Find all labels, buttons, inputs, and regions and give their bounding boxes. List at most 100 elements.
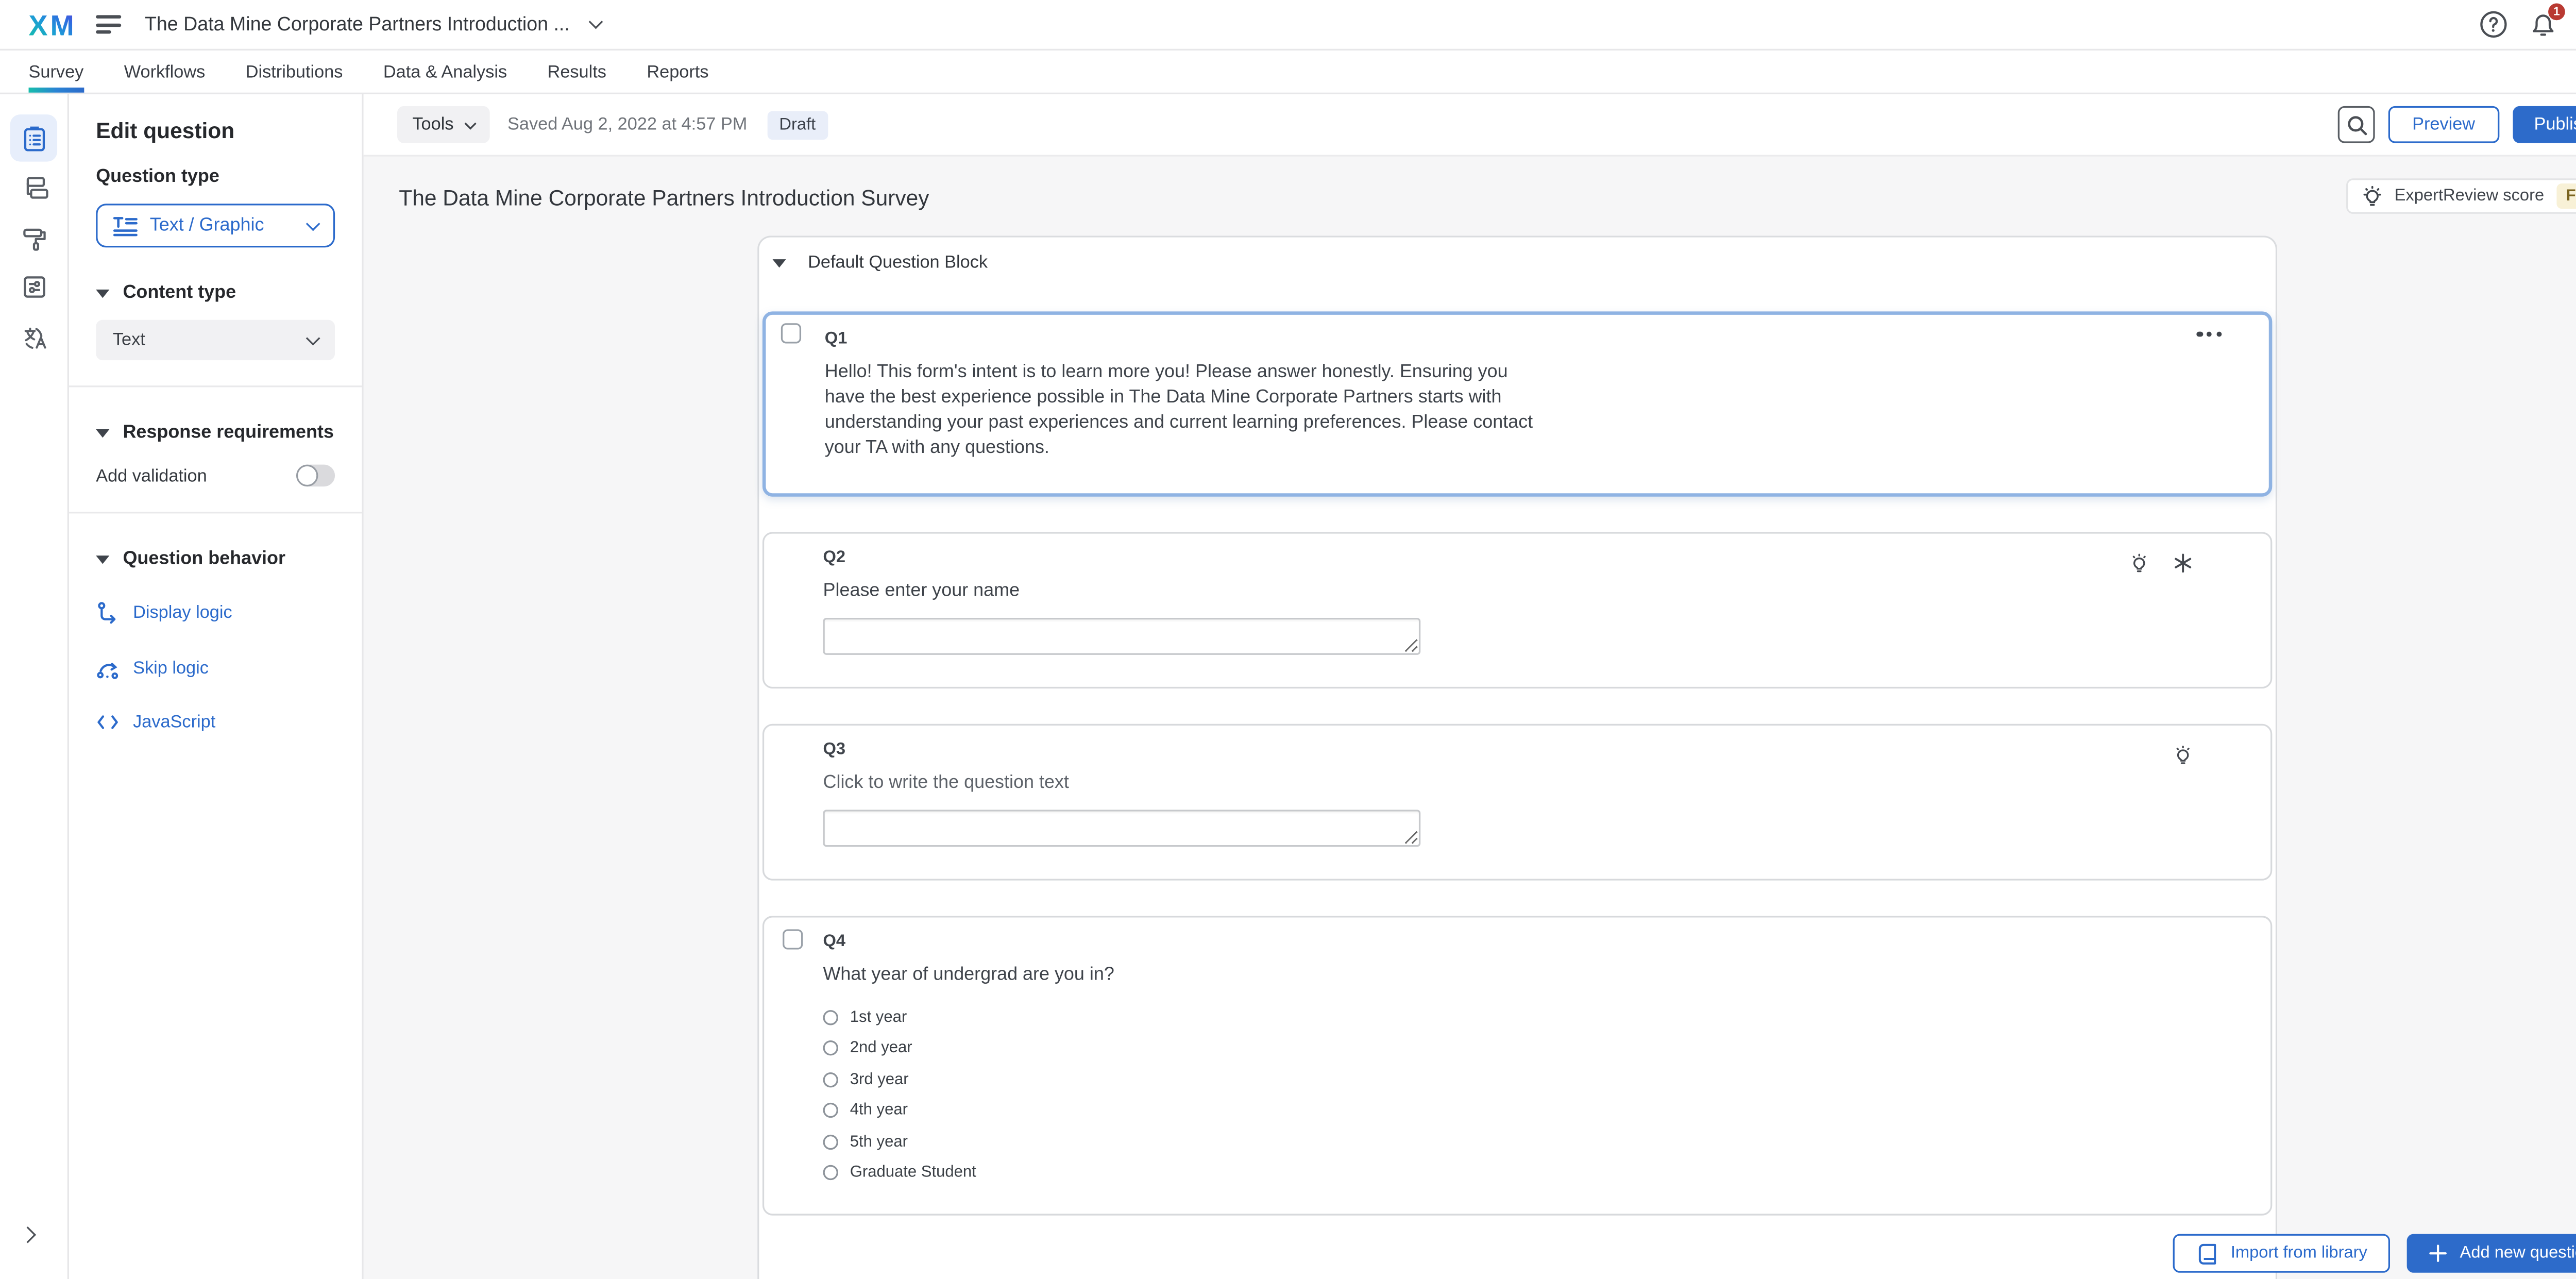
tools-label: Tools bbox=[412, 114, 453, 134]
expert-review-lightbulb-icon[interactable] bbox=[2129, 552, 2149, 584]
search-button[interactable] bbox=[2338, 106, 2375, 143]
tools-chevron-icon bbox=[464, 117, 476, 129]
preview-button[interactable]: Preview bbox=[2388, 106, 2499, 143]
answer-text-input[interactable] bbox=[823, 810, 1421, 847]
collapse-triangle-icon bbox=[96, 289, 109, 297]
top-bar: XM The Data Mine Corporate Partners Intr… bbox=[0, 0, 2576, 51]
response-requirements-label: Response requirements bbox=[123, 423, 333, 443]
title-chevron-down-icon[interactable] bbox=[589, 15, 604, 29]
question-type-chevron-icon bbox=[306, 217, 320, 231]
tab-workflows[interactable]: Workflows bbox=[124, 51, 206, 93]
display-logic-link[interactable]: Display logic bbox=[96, 601, 335, 625]
content-type-label: Content type bbox=[123, 283, 236, 303]
collapse-triangle-icon bbox=[96, 428, 109, 436]
question-menu-ellipsis-icon[interactable] bbox=[2197, 332, 2222, 337]
edit-question-panel: Edit question Question type Text / Graph… bbox=[69, 94, 364, 1279]
answer-text-input[interactable] bbox=[823, 618, 1421, 655]
tab-distributions[interactable]: Distributions bbox=[246, 51, 343, 93]
question-text[interactable]: Hello! This form's intent is to learn mo… bbox=[825, 360, 1549, 461]
import-from-library-button[interactable]: Import from library bbox=[2174, 1234, 2391, 1273]
question-behavior-section-header[interactable]: Question behavior bbox=[96, 549, 335, 569]
main-area: Tools Saved Aug 2, 2022 at 4:57 PM Draft… bbox=[364, 94, 2576, 1279]
tab-data-analysis[interactable]: Data & Analysis bbox=[383, 51, 507, 93]
notifications-bell-icon[interactable]: 1 bbox=[2530, 10, 2556, 39]
choice-row[interactable]: Graduate Student bbox=[823, 1157, 2244, 1188]
skip-logic-link[interactable]: Skip logic bbox=[96, 657, 335, 680]
add-new-question-button[interactable]: Add new question bbox=[2408, 1234, 2576, 1273]
radio-icon[interactable] bbox=[823, 1041, 838, 1056]
expert-review-panel[interactable]: ExpertReview score Fair bbox=[2346, 178, 2576, 214]
question-id: Q2 bbox=[823, 549, 2244, 567]
tab-survey[interactable]: Survey bbox=[29, 51, 84, 93]
translations-icon[interactable] bbox=[10, 313, 57, 360]
skip-logic-label: Skip logic bbox=[133, 658, 209, 678]
window-survey-title: The Data Mine Corporate Partners Introdu… bbox=[145, 14, 570, 35]
choice-row[interactable]: 2nd year bbox=[823, 1033, 2244, 1064]
choice-list: 1st year 2nd year 3rd year 4th year 5th … bbox=[823, 1002, 2244, 1189]
choice-row[interactable]: 4th year bbox=[823, 1095, 2244, 1126]
question-text[interactable]: Please enter your name bbox=[823, 579, 1547, 604]
help-icon[interactable] bbox=[2479, 10, 2508, 39]
survey-title: The Data Mine Corporate Partners Introdu… bbox=[399, 185, 929, 210]
svg-text:XM: XM bbox=[29, 10, 74, 41]
tab-reports[interactable]: Reports bbox=[647, 51, 708, 93]
block-title[interactable]: Default Question Block bbox=[808, 253, 988, 273]
radio-icon[interactable] bbox=[823, 1134, 838, 1149]
panel-title: Edit question bbox=[96, 118, 335, 143]
radio-icon[interactable] bbox=[823, 1166, 838, 1181]
expand-rail-chevron-icon[interactable] bbox=[22, 1219, 33, 1249]
survey-toolbar: Tools Saved Aug 2, 2022 at 4:57 PM Draft… bbox=[364, 94, 2576, 157]
survey-options-icon[interactable] bbox=[10, 263, 57, 310]
question-id: Q3 bbox=[823, 741, 2244, 759]
builder-icon-rail bbox=[0, 94, 69, 1279]
content-type-select[interactable]: Text bbox=[96, 320, 335, 360]
top-bar-actions: 1 N bbox=[2479, 10, 2576, 39]
menu-icon[interactable] bbox=[96, 15, 121, 33]
search-icon bbox=[2346, 114, 2367, 136]
question-checkbox[interactable] bbox=[783, 929, 803, 949]
radio-icon[interactable] bbox=[823, 1009, 838, 1024]
content-type-chevron-icon bbox=[306, 331, 320, 346]
publish-button[interactable]: Publish bbox=[2512, 106, 2576, 143]
primary-tabs: Survey Workflows Distributions Data & An… bbox=[0, 51, 2576, 94]
library-book-icon bbox=[2197, 1241, 2218, 1265]
divider bbox=[69, 512, 362, 513]
choice-label: 1st year bbox=[850, 1008, 907, 1026]
response-requirements-section-header[interactable]: Response requirements bbox=[96, 423, 335, 443]
import-from-library-label: Import from library bbox=[2231, 1244, 2367, 1263]
content-type-section-header[interactable]: Content type bbox=[96, 283, 335, 303]
block-collapse-triangle-icon[interactable] bbox=[773, 258, 786, 266]
add-validation-toggle[interactable] bbox=[296, 465, 335, 486]
survey-flow-icon[interactable] bbox=[10, 164, 57, 211]
block-bottom-collapse-icon[interactable] bbox=[773, 1274, 786, 1279]
text-graphic-icon bbox=[113, 215, 138, 237]
question-card-q4[interactable]: Q4 What year of undergrad are you in? 1s… bbox=[762, 916, 2272, 1216]
question-text[interactable]: Click to write the question text bbox=[823, 771, 1547, 796]
expert-review-lightbulb-icon[interactable] bbox=[2173, 744, 2193, 776]
xm-logo: XM bbox=[29, 8, 74, 40]
code-icon bbox=[96, 712, 120, 732]
survey-builder-icon[interactable] bbox=[10, 114, 57, 161]
question-card-q2[interactable]: Q2 bbox=[762, 532, 2272, 688]
question-type-select[interactable]: Text / Graphic bbox=[96, 204, 335, 247]
forced-response-star-icon[interactable] bbox=[2173, 552, 2193, 584]
tools-button[interactable]: Tools bbox=[397, 106, 489, 143]
question-card-q1[interactable]: Q1 Hello! This form's intent is to learn… bbox=[762, 311, 2272, 496]
question-checkbox[interactable] bbox=[781, 323, 801, 343]
expert-review-score-badge: Fair bbox=[2556, 183, 2576, 209]
javascript-link[interactable]: JavaScript bbox=[96, 712, 335, 732]
question-card-q3[interactable]: Q3 Click to write the question text bbox=[762, 724, 2272, 881]
radio-icon[interactable] bbox=[823, 1072, 838, 1087]
radio-icon[interactable] bbox=[823, 1103, 838, 1118]
tab-results[interactable]: Results bbox=[548, 51, 606, 93]
look-and-feel-icon[interactable] bbox=[10, 214, 57, 261]
choice-row[interactable]: 5th year bbox=[823, 1126, 2244, 1157]
javascript-label: JavaScript bbox=[133, 712, 215, 732]
question-text[interactable]: What year of undergrad are you in? bbox=[823, 963, 1547, 988]
choice-row[interactable]: 3rd year bbox=[823, 1064, 2244, 1095]
question-behavior-label: Question behavior bbox=[123, 549, 285, 569]
skip-logic-icon bbox=[96, 657, 120, 680]
divider bbox=[69, 385, 362, 387]
plus-icon bbox=[2430, 1244, 2448, 1263]
choice-row[interactable]: 1st year bbox=[823, 1002, 2244, 1033]
